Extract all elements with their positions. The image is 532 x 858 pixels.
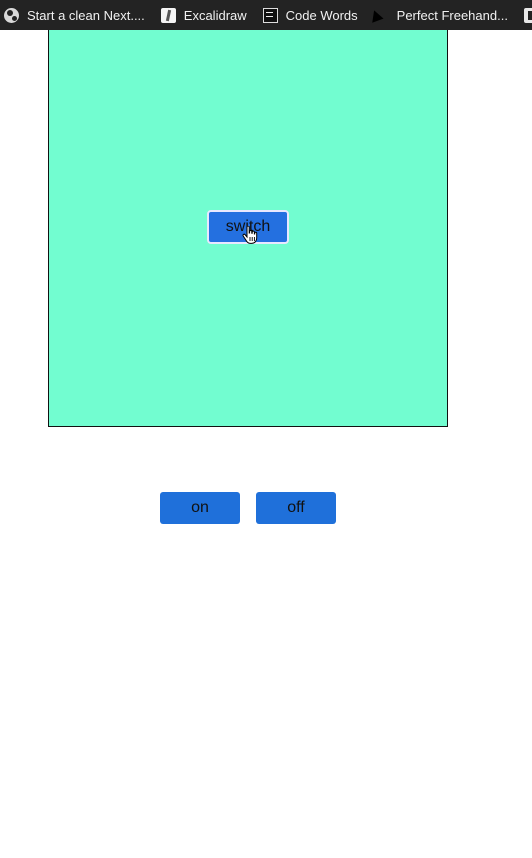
off-button[interactable]: off — [256, 492, 336, 524]
bookmark-excalidraw[interactable]: Excalidraw — [160, 0, 247, 30]
bookmark-folder-icon — [523, 7, 532, 23]
bookmark-label: Start a clean Next.... — [27, 7, 145, 23]
code-words-icon — [262, 7, 278, 23]
switch-canvas: switch — [48, 30, 448, 427]
on-button[interactable]: on — [160, 492, 240, 524]
bookmark-label: Excalidraw — [183, 7, 247, 23]
excalidraw-icon — [160, 7, 176, 23]
bookmark-label: Perfect Freehand... — [396, 7, 508, 23]
bookmark-start-clean-next[interactable]: Start a clean Next.... — [4, 0, 145, 30]
bookmark-code-words[interactable]: Code Words — [262, 0, 358, 30]
switch-button[interactable]: switch — [207, 210, 289, 244]
bookmarks-bar: Start a clean Next.... Excalidraw Code W… — [0, 0, 532, 30]
bookmark-label: Code Words — [285, 7, 358, 23]
bookmark-perfect-freehand[interactable]: Perfect Freehand... — [368, 0, 508, 30]
perfect-freehand-icon — [368, 7, 389, 23]
bookmark-overflow[interactable] — [523, 0, 532, 30]
globe-icon — [4, 7, 19, 23]
